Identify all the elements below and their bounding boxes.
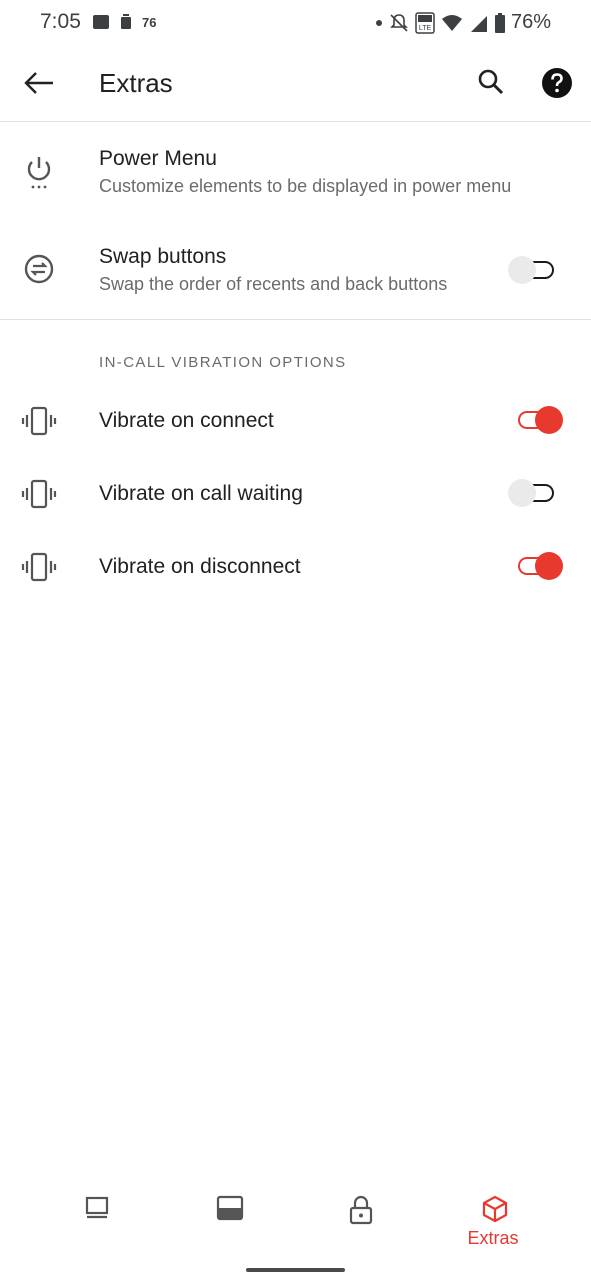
power-menu-item[interactable]: Power Menu Customize elements to be disp…	[0, 122, 591, 218]
swap-buttons-subtitle: Swap the order of recents and back butto…	[99, 274, 448, 294]
trash-notification-icon	[121, 14, 131, 29]
gallery-notification-icon	[93, 15, 109, 29]
vibrate-on-connect-title: Vibrate on connect	[99, 409, 274, 432]
notification-count: 76	[142, 14, 157, 30]
display-icon	[216, 1195, 244, 1221]
svg-text:LTE: LTE	[419, 25, 432, 32]
battery-percent: 76%	[510, 11, 551, 33]
vibration-icon	[21, 479, 57, 509]
vibrate-on-call-waiting-toggle[interactable]	[508, 478, 564, 508]
vibrate-on-connect-item[interactable]: Vibrate on connect	[0, 384, 591, 457]
search-button[interactable]	[475, 66, 507, 98]
vibration-icon	[21, 552, 57, 582]
extras-cube-icon	[482, 1195, 508, 1223]
vibrate-on-call-waiting-title: Vibrate on call waiting	[99, 482, 303, 505]
page-title: Extras	[99, 68, 173, 98]
vibrate-on-call-waiting-item[interactable]: Vibrate on call waiting	[0, 457, 591, 530]
vibrate-on-disconnect-toggle[interactable]	[508, 551, 564, 581]
dot-icon	[375, 19, 382, 26]
wifi-icon	[441, 14, 462, 31]
search-icon	[478, 69, 504, 95]
swap-buttons-toggle[interactable]	[508, 255, 564, 285]
volte-icon: LTE	[415, 11, 435, 34]
arrow-back-icon	[24, 72, 53, 94]
power-menu-subtitle: Customize elements to be displayed in po…	[99, 176, 512, 196]
power-menu-title: Power Menu	[99, 147, 217, 170]
swap-buttons-title: Swap buttons	[99, 245, 227, 268]
signal-icon	[470, 15, 487, 32]
vibrate-on-connect-toggle[interactable]	[508, 405, 564, 435]
vibration-icon	[21, 406, 57, 436]
bottom-navigation: Extras	[0, 1185, 591, 1255]
vibrate-on-disconnect-title: Vibrate on disconnect	[99, 555, 301, 578]
swap-buttons-item[interactable]: Swap buttons Swap the order of recents a…	[0, 220, 591, 318]
lock-icon	[349, 1195, 373, 1225]
home-indicator[interactable]	[246, 1268, 345, 1272]
vibrate-on-disconnect-item[interactable]: Vibrate on disconnect	[0, 530, 591, 603]
app-bar: Extras	[0, 46, 591, 122]
help-button[interactable]	[540, 66, 574, 100]
battery-icon	[494, 12, 505, 33]
help-icon	[542, 68, 572, 98]
nav-display[interactable]	[188, 1185, 268, 1255]
nav-lock[interactable]	[320, 1185, 400, 1255]
back-button[interactable]	[22, 66, 56, 100]
power-icon	[27, 157, 51, 189]
status-time: 7:05	[40, 10, 81, 33]
nav-customization[interactable]	[56, 1185, 136, 1255]
divider	[0, 319, 591, 320]
section-header-vibration: IN-CALL VIBRATION OPTIONS	[99, 354, 347, 371]
bell-off-icon	[390, 13, 408, 32]
nav-extras-label: Extras	[467, 1228, 519, 1248]
status-bar: 7:05 76 LTE 76%	[0, 0, 591, 46]
swap-icon	[24, 254, 54, 284]
nav-extras[interactable]: Extras	[453, 1185, 533, 1255]
customization-icon	[85, 1196, 109, 1219]
